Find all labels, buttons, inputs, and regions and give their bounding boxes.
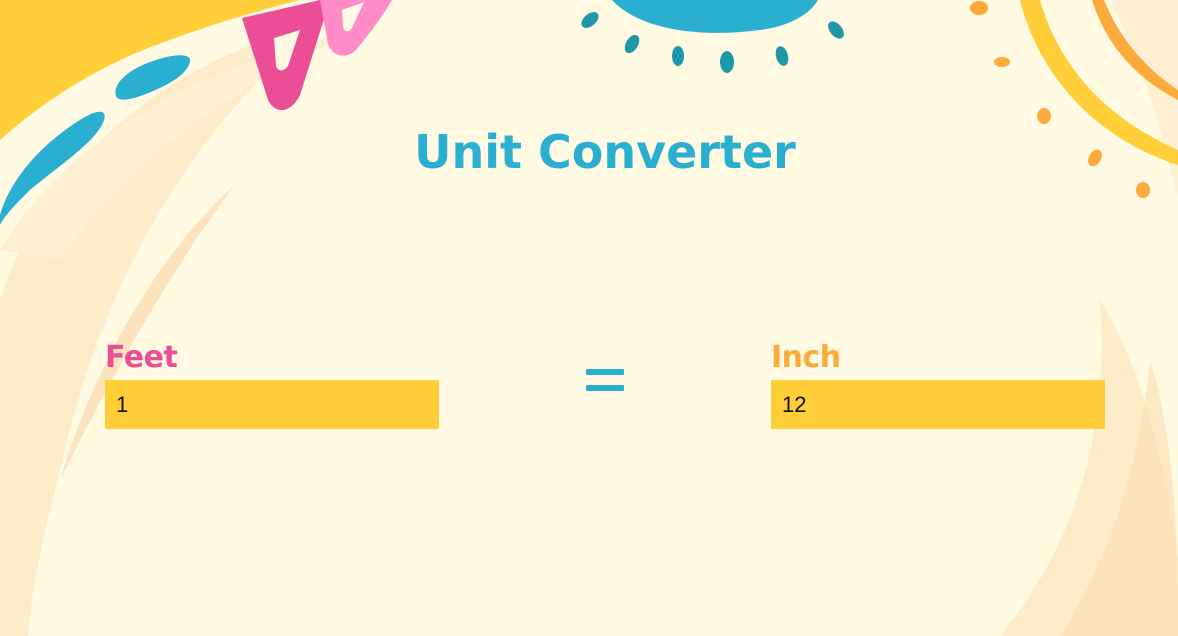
equals-icon bbox=[586, 367, 624, 393]
to-unit-group: Inch bbox=[771, 338, 1105, 429]
inch-input[interactable] bbox=[771, 380, 1105, 429]
from-unit-group: Feet bbox=[105, 338, 439, 429]
equals-bottom-bar bbox=[586, 385, 624, 391]
to-unit-label: Inch bbox=[771, 340, 841, 375]
feet-input[interactable] bbox=[105, 380, 439, 429]
unit-converter-page: Unit Converter Feet Inch bbox=[0, 0, 1178, 636]
from-unit-label: Feet bbox=[105, 340, 178, 375]
equals-top-bar bbox=[586, 369, 624, 375]
page-title: Unit Converter bbox=[414, 125, 796, 179]
decorative-background bbox=[0, 0, 1178, 636]
